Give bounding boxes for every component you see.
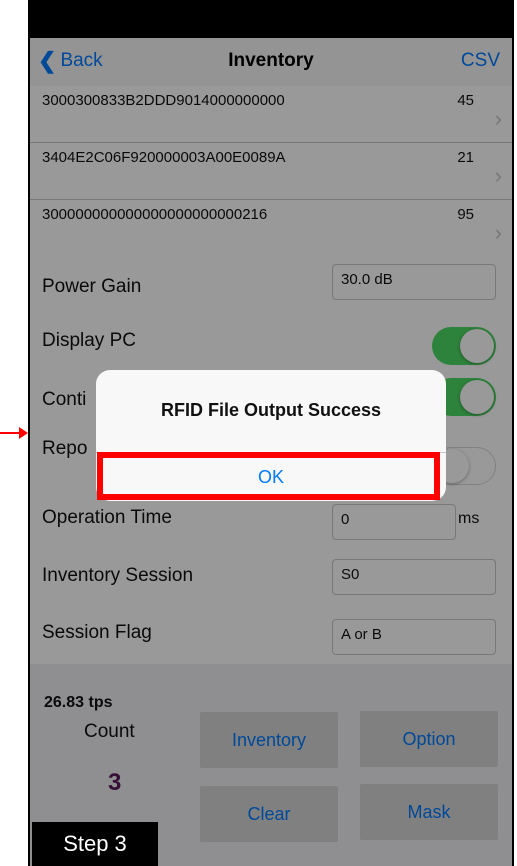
phone-screen: ❮ Back Inventory CSV 3000300833B2DDD9014… xyxy=(28,0,514,866)
highlight-box xyxy=(97,452,440,500)
step-label: Step 3 xyxy=(32,822,158,866)
annotation-arrow-icon xyxy=(19,427,28,439)
alert-title: RFID File Output Success xyxy=(160,400,382,420)
annotation-arrow-line xyxy=(0,432,20,434)
